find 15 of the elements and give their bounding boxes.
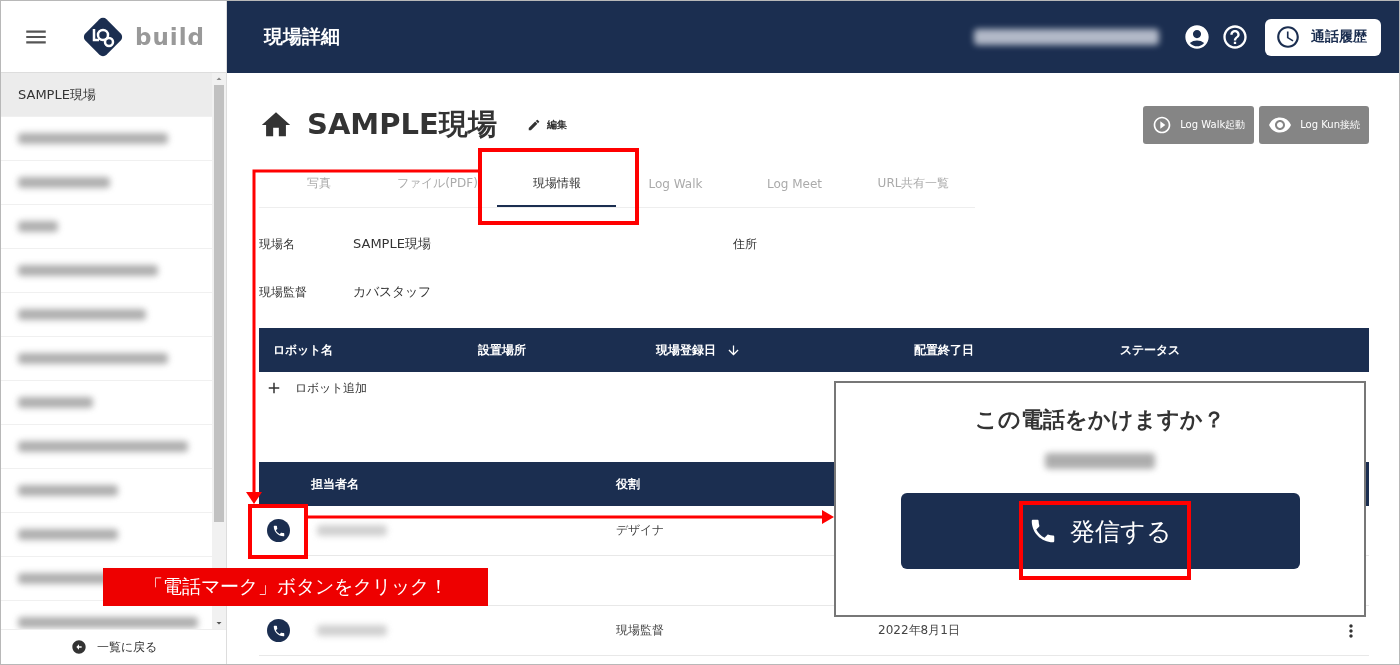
table-cell-text: デザイナ [616,522,665,539]
field-value: カバスタッフ [353,283,432,301]
field-label: 現場名 [259,235,296,253]
table-cell-text: 現場監督 [616,622,665,639]
site-title: SAMPLE現場 [307,106,497,143]
column-header: 役割 [616,475,641,493]
field-label: 現場監督 [259,283,308,301]
column-header: 担当者名 [311,475,360,493]
page-title: 現場詳細 [264,24,340,49]
callout-tooltip: 「電話マーク」ボタンをクリック！ [103,568,488,606]
field-label: 住所 [733,235,758,253]
field-value: SAMPLE現場 [353,235,432,253]
table-cell-text: 2022年8月1日 [878,622,961,639]
dialog-title: この電話をかけますか？ [975,406,1225,434]
logo-text: build [135,23,206,50]
